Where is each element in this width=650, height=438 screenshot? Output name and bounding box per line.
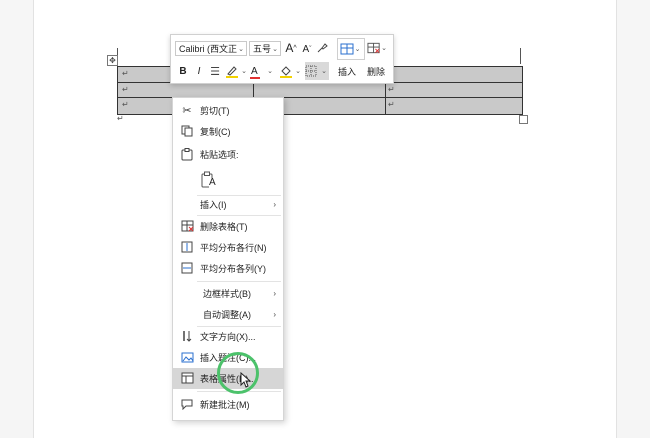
font-name-dropdown[interactable]: Calibri (西文正 ⌄	[175, 41, 247, 56]
chevron-down-icon: ⌄	[267, 68, 273, 75]
chevron-down-icon: ⌄	[321, 68, 327, 75]
click-highlight-ring	[217, 352, 259, 394]
table-resize-handle[interactable]	[519, 115, 528, 124]
align-center-button[interactable]: ☰	[208, 64, 222, 78]
paragraph-mark: ↵	[388, 85, 395, 94]
delete-button[interactable]: 删除	[363, 64, 389, 78]
menu-item-paste-options: 粘贴选项:	[173, 144, 283, 164]
paragraph-mark: ↵	[122, 100, 129, 109]
menu-item-label: 平均分布各行(N)	[200, 242, 267, 253]
new-comment-icon	[180, 397, 194, 411]
highlighter-icon	[226, 66, 238, 78]
menu-item-label: 边框样式(B)	[203, 288, 251, 299]
menu-item-distribute-columns[interactable]: 平均分布各列(Y)	[173, 258, 283, 278]
menu-item-label: 删除表格(T)	[200, 221, 248, 232]
borders-icon	[305, 65, 317, 77]
table-move-icon[interactable]: ✥	[107, 55, 118, 66]
table-cell[interactable]	[385, 67, 523, 82]
mini-toolbar: Calibri (西文正 ⌄ 五号 ⌄ A ^ Aˇ ⌄ ⌄ B I ☰ ⌄ A …	[170, 34, 394, 84]
paragraph-mark: ↵	[122, 85, 129, 94]
chevron-down-icon: ⌄	[295, 68, 301, 75]
menu-item-label: 文字方向(X)...	[200, 331, 256, 342]
grow-font-icon: A	[285, 41, 294, 55]
distribute-rows-icon	[180, 240, 194, 254]
delete-table-icon	[180, 219, 194, 233]
chevron-down-icon: ⌄	[272, 45, 278, 53]
font-size-dropdown[interactable]: 五号 ⌄	[249, 41, 281, 56]
menu-item-label: 新建批注(M)	[200, 399, 250, 410]
menu-item-text-direction[interactable]: 文字方向(X)...	[173, 326, 283, 346]
delete-table-dropdown[interactable]: ⌄	[367, 38, 389, 58]
chevron-right-icon: ›	[273, 199, 276, 209]
right-margin-mark	[520, 48, 521, 64]
table-cell[interactable]	[385, 83, 523, 98]
distribute-columns-icon	[180, 261, 194, 275]
copy-icon	[180, 124, 194, 138]
insert-caption-icon	[180, 350, 194, 364]
shrink-font-button[interactable]: Aˇ	[301, 41, 313, 57]
font-size-value: 五号	[253, 44, 272, 54]
table-cell[interactable]	[253, 83, 386, 98]
subscript-caret-icon: ˇ	[309, 45, 312, 53]
paint-bucket-icon	[280, 66, 292, 78]
chevron-down-icon: ⌄	[238, 45, 244, 53]
table-properties-icon	[180, 371, 194, 385]
font-name-value: Calibri (西文正	[179, 44, 238, 54]
paragraph-mark: ↵	[388, 100, 395, 109]
menu-item-copy[interactable]: 复制(C)	[173, 121, 283, 141]
menu-item-new-comment[interactable]: 新建批注(M)	[173, 394, 283, 414]
grow-font-button[interactable]: A ^	[284, 40, 298, 56]
chevron-down-icon: ⌄	[354, 46, 361, 53]
menu-item-label: 插入(I)	[200, 199, 227, 210]
superscript-caret-icon: ^	[293, 44, 297, 52]
chevron-right-icon: ›	[273, 288, 276, 298]
paste-keep-text-option[interactable]: A	[173, 169, 283, 193]
paste-keep-text-icon: A	[201, 171, 216, 189]
paragraph-mark: ↵	[117, 114, 124, 123]
table-row[interactable]: ↵ ↵	[118, 82, 522, 98]
chevron-down-icon: ⌄	[381, 45, 387, 52]
highlight-button[interactable]: ⌄	[225, 63, 249, 79]
italic-button[interactable]: I	[193, 64, 205, 78]
menu-item-label: 自动调整(A)	[203, 309, 251, 320]
paste-icon	[180, 147, 194, 161]
menu-item-label: 剪切(T)	[200, 105, 230, 116]
borders-button[interactable]: ⌄	[305, 62, 329, 80]
menu-item-cut[interactable]: ✂ 剪切(T)	[173, 100, 283, 120]
format-painter-button[interactable]	[315, 40, 329, 56]
scissors-icon: ✂	[182, 104, 192, 117]
chevron-down-icon: ⌄	[241, 68, 247, 75]
table-insert-icon	[340, 43, 354, 55]
paragraph-mark: ↵	[122, 69, 129, 78]
menu-item-label: 复制(C)	[200, 126, 231, 137]
menu-item-distribute-rows[interactable]: 平均分布各行(N)	[173, 237, 283, 257]
bold-button[interactable]: B	[177, 64, 189, 78]
insert-table-button[interactable]: ⌄	[337, 38, 365, 60]
insert-button[interactable]: 插入	[334, 64, 360, 78]
menu-item-insert[interactable]: 插入(I) ›	[173, 194, 283, 214]
menu-item-border-styles[interactable]: 边框样式(B) ›	[173, 283, 283, 303]
menu-item-autofit[interactable]: 自动调整(A) ›	[173, 304, 283, 324]
font-color-button[interactable]: A ⌄	[250, 63, 275, 79]
table-delete-icon	[367, 42, 380, 54]
mouse-pointer-icon	[240, 372, 252, 388]
font-color-icon: A	[250, 66, 260, 79]
shrink-font-icon: A	[302, 43, 310, 55]
align-center-icon: ☰	[210, 65, 220, 78]
format-painter-icon	[317, 43, 328, 53]
shading-button[interactable]: ⌄	[279, 63, 303, 79]
menu-item-delete-table[interactable]: 删除表格(T)	[173, 216, 283, 236]
menu-separator	[197, 281, 281, 282]
menu-item-label: 平均分布各列(Y)	[200, 263, 266, 274]
menu-item-label: 粘贴选项:	[200, 149, 239, 160]
chevron-right-icon: ›	[273, 309, 276, 319]
text-direction-icon	[180, 329, 194, 343]
table-cell[interactable]	[385, 98, 523, 115]
